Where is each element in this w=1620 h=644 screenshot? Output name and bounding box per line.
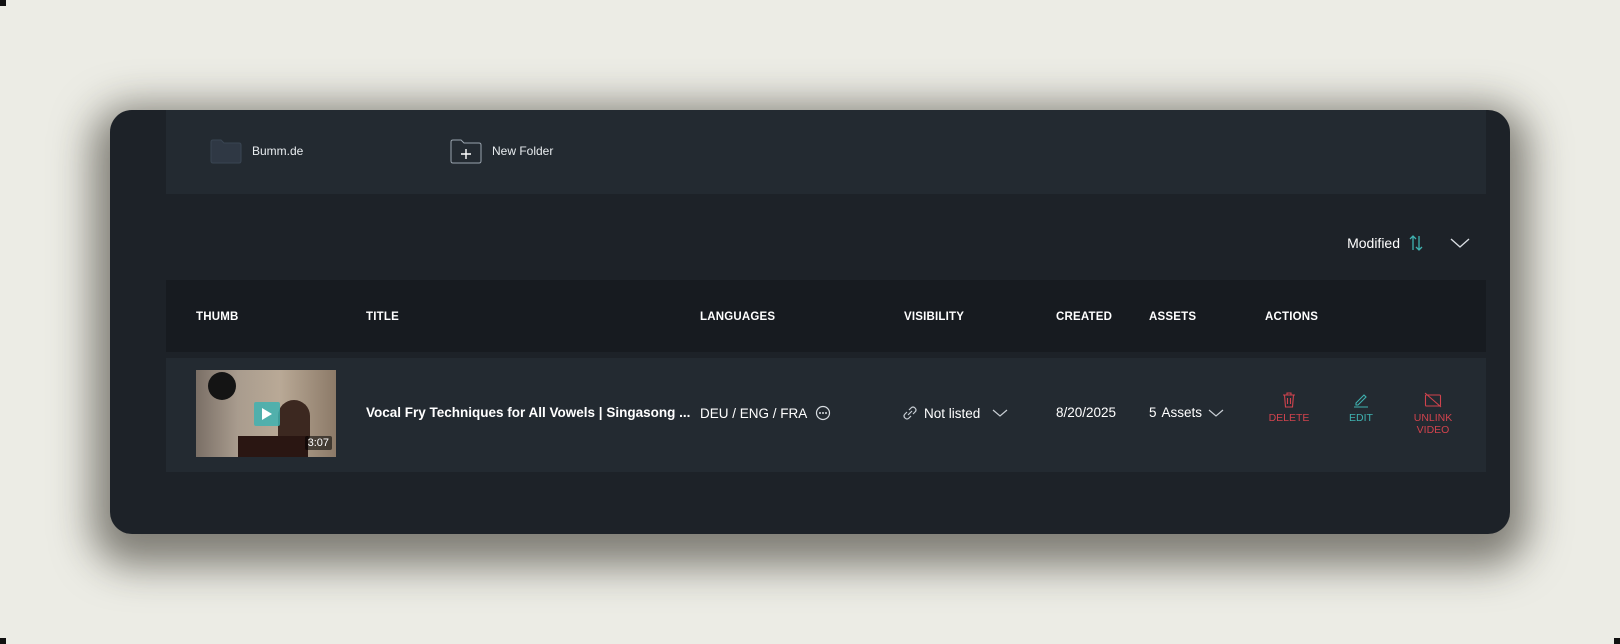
thumbnail-speaker [278, 400, 310, 440]
unlink-label-line2: VIDEO [1416, 424, 1450, 436]
folder-bar: Bumm.de New Folder [166, 110, 1486, 194]
thumbnail-podium [238, 436, 308, 457]
assets-dropdown[interactable]: 5 Assets [1149, 405, 1224, 420]
column-header-title[interactable]: TITLE [366, 311, 399, 323]
created-date: 8/20/2025 [1056, 405, 1117, 420]
play-icon [262, 408, 272, 420]
delete-label: DELETE [1268, 412, 1310, 424]
assets-count: 5 [1149, 405, 1157, 420]
new-folder-label: New Folder [492, 144, 554, 158]
unlink-label-line1: UNLINK [1413, 412, 1453, 424]
edit-button[interactable]: EDIT [1331, 392, 1391, 424]
column-header-languages: LANGUAGES [700, 311, 776, 323]
play-button[interactable] [254, 402, 280, 426]
visibility-value: Not listed [924, 405, 981, 421]
visibility-dropdown[interactable]: Not listed [902, 405, 1008, 421]
chevron-down-icon [1208, 409, 1224, 417]
pencil-icon [1354, 394, 1368, 408]
column-header-visibility: VISIBILITY [904, 311, 965, 323]
table-row[interactable]: 3:07 Vocal Fry Techniques for All Vowels… [166, 358, 1486, 472]
assets-label: Assets [1161, 405, 1203, 420]
more-languages-icon[interactable] [815, 405, 831, 421]
languages-cell: DEU / ENG / FRA [700, 405, 831, 421]
new-folder-button[interactable]: New Folder [450, 137, 553, 165]
video-off-icon [1424, 392, 1442, 408]
column-header-thumb: THUMB [196, 311, 239, 323]
trash-icon [1283, 392, 1295, 408]
column-header-assets: ASSETS [1149, 311, 1197, 323]
sort-label: Modified [1347, 235, 1400, 251]
folder-icon [210, 139, 242, 164]
table-header: THUMB TITLE LANGUAGES VISIBILITY CREATED… [166, 280, 1486, 352]
folder-item[interactable]: Bumm.de [210, 137, 303, 165]
chevron-down-icon [992, 409, 1008, 417]
column-header-created[interactable]: CREATED [1056, 311, 1112, 323]
corner-mark [1614, 638, 1620, 644]
folder-plus-icon [450, 139, 482, 164]
video-title[interactable]: Vocal Fry Techniques for All Vowels | Si… [366, 405, 690, 420]
unlink-video-button[interactable]: UNLINK VIDEO [1403, 392, 1463, 436]
corner-mark [0, 638, 6, 644]
delete-button[interactable]: DELETE [1259, 392, 1319, 424]
sort-control[interactable]: Modified [1347, 234, 1470, 252]
corner-mark [0, 0, 6, 6]
column-header-actions: ACTIONS [1265, 311, 1319, 323]
video-duration: 3:07 [304, 436, 332, 450]
edit-label: EDIT [1349, 412, 1373, 424]
thumbnail-ball [208, 372, 236, 400]
sort-order-icon[interactable] [1408, 234, 1424, 252]
link-icon [903, 406, 917, 420]
video-thumbnail[interactable]: 3:07 [196, 370, 336, 457]
chevron-down-icon[interactable] [1450, 237, 1470, 249]
folder-label: Bumm.de [252, 144, 304, 158]
languages-value: DEU / ENG / FRA [700, 405, 808, 421]
media-library-panel: Bumm.de New Folder Modified THUMB TITLE … [110, 110, 1510, 534]
